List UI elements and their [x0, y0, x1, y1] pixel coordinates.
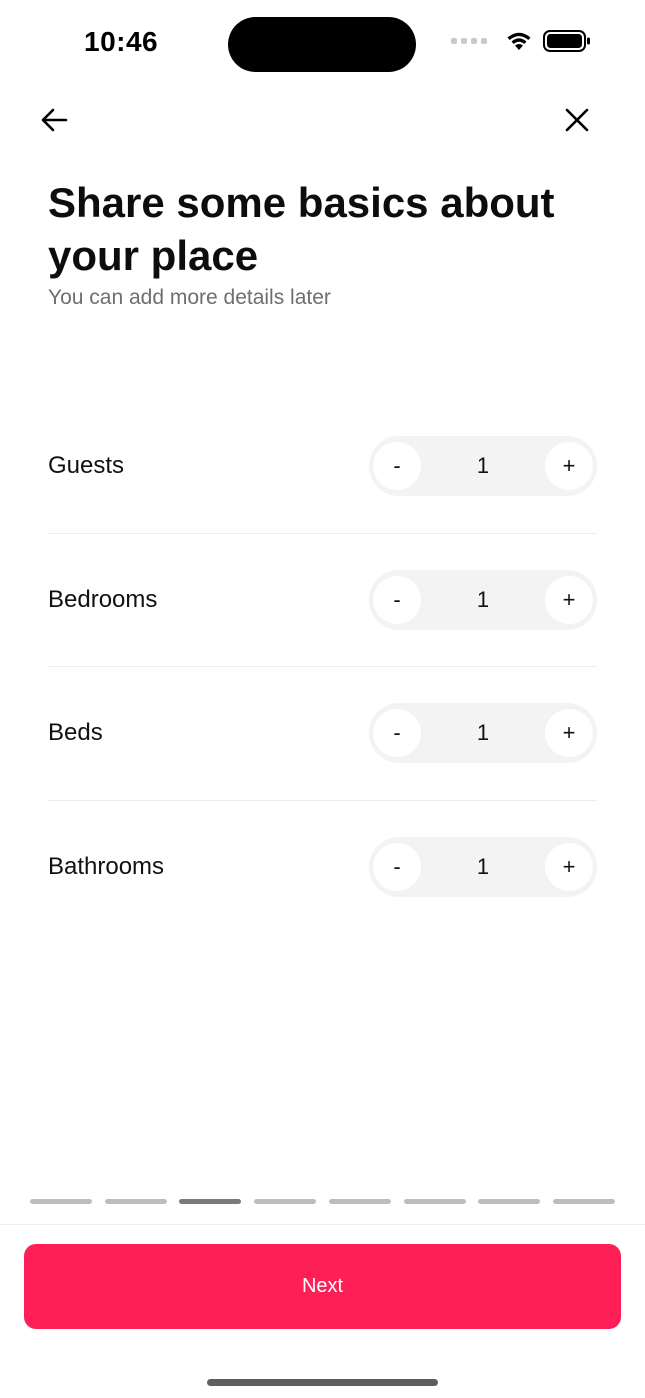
guests-decrement-button[interactable]: - [373, 442, 421, 491]
footer-divider [0, 1224, 645, 1225]
signal-icon [451, 38, 487, 44]
progress-segment [30, 1199, 92, 1204]
next-button[interactable]: Next [24, 1244, 621, 1329]
guests-row: Guests - 1 + [48, 400, 597, 534]
guests-stepper: - 1 + [369, 436, 597, 497]
page-subtitle: You can add more details later [48, 286, 331, 309]
home-indicator [207, 1379, 438, 1386]
page-title: Share some basics about your place [48, 179, 555, 279]
guests-increment-button[interactable]: + [545, 442, 593, 491]
beds-stepper: - 1 + [369, 703, 597, 764]
bathrooms-label: Bathrooms [48, 853, 165, 881]
progress-segment [254, 1199, 317, 1204]
arrow-left-icon [41, 108, 68, 132]
bedrooms-decrement-button[interactable]: - [373, 575, 421, 624]
counter-list: Guests - 1 + Bedrooms - 1 + Beds - 1 + B… [48, 400, 597, 934]
dynamic-island [228, 17, 416, 72]
bathrooms-value: 1 [476, 854, 490, 880]
progress-segment [104, 1199, 167, 1204]
beds-label: Beds [48, 719, 103, 747]
guests-value: 1 [476, 453, 490, 479]
status-icons [451, 30, 591, 52]
close-icon [565, 108, 589, 132]
progress-segment [552, 1199, 615, 1204]
bathrooms-decrement-button[interactable]: - [373, 843, 421, 892]
bathrooms-increment-button[interactable]: + [545, 843, 593, 892]
wifi-icon [507, 32, 531, 50]
beds-decrement-button[interactable]: - [373, 709, 421, 758]
bedrooms-label: Bedrooms [48, 585, 158, 613]
close-button[interactable] [557, 100, 597, 140]
bedrooms-increment-button[interactable]: + [545, 575, 593, 624]
beds-value: 1 [476, 720, 490, 746]
beds-row: Beds - 1 + [48, 667, 597, 801]
screen: 10:46 Share some basics about your place… [0, 0, 645, 1398]
status-time: 10:46 [84, 26, 159, 57]
guests-label: Guests [48, 452, 125, 480]
beds-increment-button[interactable]: + [545, 709, 593, 758]
progress-segment [328, 1199, 391, 1204]
bathrooms-row: Bathrooms - 1 + [48, 801, 597, 935]
progress-segment [478, 1199, 541, 1204]
bathrooms-stepper: - 1 + [369, 837, 597, 898]
battery-icon [543, 30, 590, 52]
bedrooms-stepper: - 1 + [369, 569, 597, 630]
progress-segment [179, 1199, 242, 1204]
bedrooms-row: Bedrooms - 1 + [48, 534, 597, 667]
progress-segment [403, 1199, 466, 1204]
bedrooms-value: 1 [476, 586, 490, 612]
step-progress [30, 1199, 615, 1204]
back-button[interactable] [34, 100, 74, 140]
